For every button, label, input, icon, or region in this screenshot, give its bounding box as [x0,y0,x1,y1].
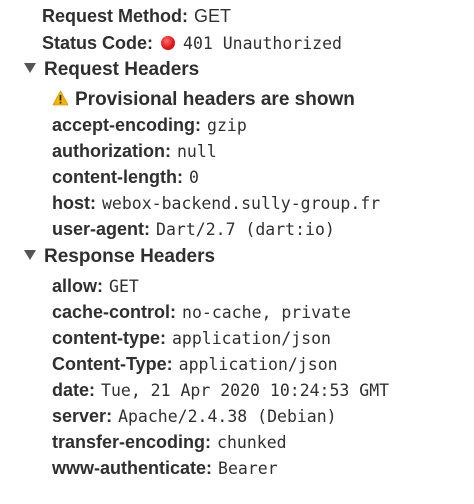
header-key: server [52,406,107,426]
header-row: accept-encoding: gzip [52,112,247,138]
provisional-notice: Provisional headers are shown [52,86,355,112]
header-row: date: Tue, 21 Apr 2020 10:24:53 GMT [52,377,389,403]
colon: : [144,219,151,239]
header-row: Content-Type: application/json [52,351,338,377]
header-key: date [52,380,90,400]
triangle-down-icon [24,250,36,260]
header-row: allow: GET [52,273,139,299]
colon: : [165,141,171,161]
header-value: chunked [217,433,287,452]
header-value: gzip [207,116,247,135]
header-value: webox-backend.sully-group.fr [102,194,381,213]
colon: : [106,406,113,426]
request-method-row: Request Method: GET [42,3,231,29]
red-dot-icon [161,36,176,50]
header-key: authorization [52,141,165,161]
header-value: Apache/2.4.38 (Debian) [118,407,337,426]
status-code-key: Status Code [42,33,148,53]
colon: : [182,6,189,26]
status-code-value: 401 Unauthorized [183,34,342,53]
colon: : [160,328,166,348]
header-row: host: webox-backend.sully-group.fr [52,190,380,216]
colon: : [97,276,104,296]
header-value: 0 [188,168,199,187]
header-row: cache-control: no-cache, private [52,299,351,325]
header-value: application/json [172,329,331,348]
header-row: www-authenticate: Bearer [52,455,278,481]
colon: : [176,167,183,187]
colon: : [147,33,154,53]
header-key: user-agent [52,219,145,239]
colon: : [90,193,96,213]
response-headers-toggle[interactable]: Response Headers [24,244,215,270]
header-value: Dart/2.7 (dart:io) [156,220,335,239]
header-key: accept-encoding [52,115,196,135]
colon: : [195,115,202,135]
request-headers-toggle[interactable]: Request Headers [24,57,199,83]
warning-triangle-icon [52,90,69,106]
header-key: content-length [52,167,177,187]
request-method-value: GET [194,6,232,26]
colon: : [166,354,173,374]
header-key: allow [52,276,98,296]
provisional-notice-text: Provisional headers are shown [75,89,355,110]
header-value: no-cache, private [182,303,351,322]
header-key: content-type [52,328,160,348]
header-value: Bearer [218,459,278,478]
triangle-down-icon [24,63,36,73]
header-value: null [177,142,217,161]
header-key: transfer-encoding [52,432,206,452]
colon: : [205,432,212,452]
header-row: content-type: application/json [52,325,331,351]
header-key: cache-control [52,302,171,322]
header-row: transfer-encoding: chunked [52,429,287,455]
header-key: host [52,193,90,213]
headers-panel: Request Method: GET Status Code: 401 Unaut… [0,0,474,504]
header-key: www-authenticate [52,458,207,478]
request-method-key: Request Method [42,6,183,26]
response-headers-title: Response Headers [44,246,216,267]
header-row: server: Apache/2.4.38 (Debian) [52,403,337,429]
header-value: application/json [178,355,338,374]
header-value: GET [109,277,139,296]
header-row: user-agent: Dart/2.7 (dart:io) [52,216,335,242]
header-key: Content-Type [52,354,167,374]
status-code-row: Status Code: 401 Unauthorized [42,30,342,56]
header-row: authorization: null [52,138,217,164]
header-value: Tue, 21 Apr 2020 10:24:53 GMT [101,381,390,400]
request-headers-title: Request Headers [44,59,200,80]
colon: : [206,458,213,478]
colon: : [89,380,96,400]
colon: : [170,302,177,322]
header-row: content-length: 0 [52,164,199,190]
